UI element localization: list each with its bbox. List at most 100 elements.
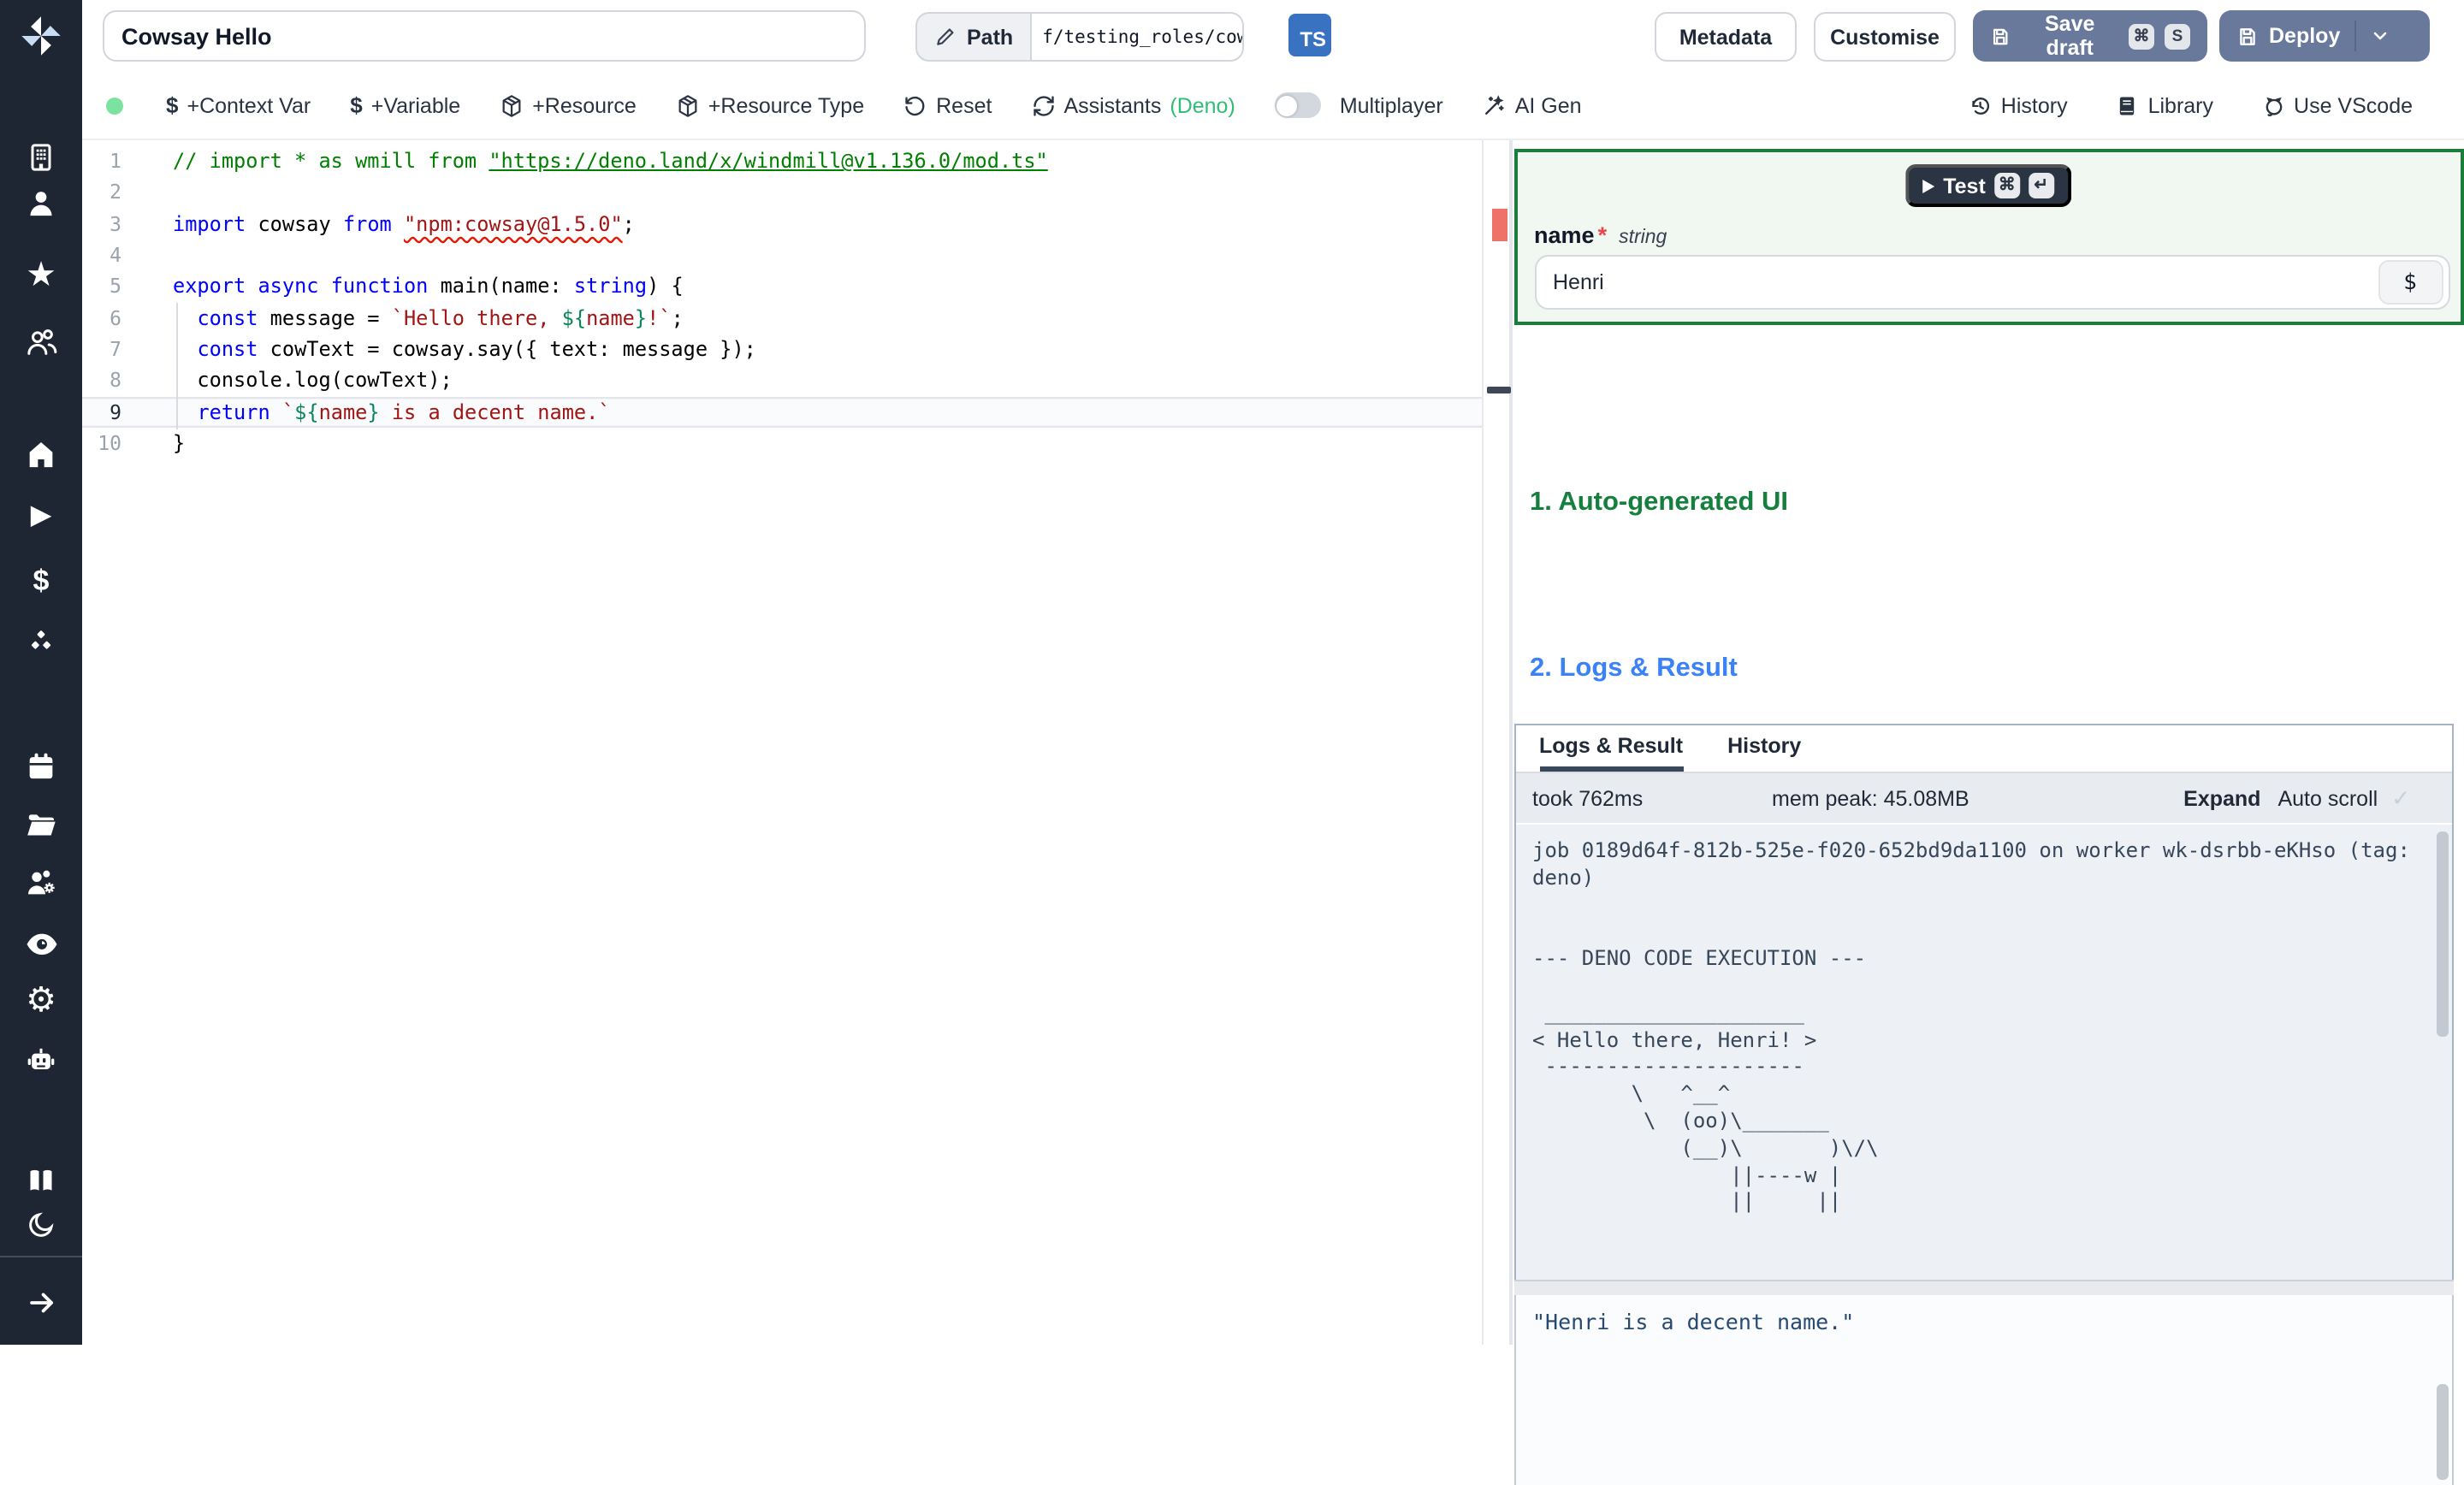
scrollbar-thumb[interactable] — [2436, 1384, 2448, 1480]
run-duration: took 762ms — [1532, 786, 1644, 810]
name-input[interactable] — [1536, 270, 2378, 294]
memory-peak: mem peak: 45.08MB — [1772, 786, 1969, 810]
path-value[interactable]: f/testing_roles/cowsa — [1030, 14, 1242, 60]
path-field[interactable]: Path f/testing_roles/cowsa — [915, 12, 1244, 62]
editor-toolbar-left: $ +Context Var $ +Variable +Resource +Re… — [82, 92, 1582, 118]
logs-result-divider[interactable] — [1513, 1280, 2453, 1295]
code-editor[interactable]: 1// import * as wmill from "https://deno… — [82, 140, 1484, 1345]
code-line[interactable]: 6 const message = `Hello there, ${name}!… — [82, 302, 1484, 334]
result-box[interactable]: "Henri is a decent name." — [1513, 1295, 2453, 1485]
script-title-input[interactable] — [103, 10, 866, 62]
required-asterisk: * — [1597, 222, 1608, 248]
code-line[interactable]: 2 — [82, 177, 1484, 209]
save-draft-label: Save draft — [2045, 12, 2095, 60]
docs-book-icon[interactable] — [0, 1155, 82, 1206]
resources-cubes-icon[interactable] — [0, 616, 82, 667]
editor-overview-ruler — [1482, 140, 1484, 1345]
code-line[interactable]: 3 import cowsay from "npm:cowsay@1.5.0"; — [82, 208, 1484, 240]
editor-toolbar: $ +Context Var $ +Variable +Resource +Re… — [82, 72, 2464, 140]
pencil-icon — [937, 28, 954, 45]
dollar-icon: $ — [166, 92, 179, 118]
cmd-key-badge: ⌘ — [2129, 23, 2154, 49]
groups-settings-icon[interactable] — [0, 857, 82, 908]
windmill-logo-icon[interactable] — [0, 10, 82, 62]
field-type: string — [1619, 228, 1667, 248]
user-icon[interactable] — [0, 178, 82, 229]
autoscroll-label[interactable]: Auto scroll — [2277, 786, 2378, 810]
chevron-down-icon[interactable] — [2369, 26, 2390, 46]
scrollbar-thumb[interactable] — [2436, 831, 2448, 1037]
save-icon — [1993, 27, 2008, 44]
code-line[interactable]: 5 export async function main(name: string… — [82, 271, 1484, 303]
insert-variable-button[interactable]: $ — [2378, 260, 2443, 305]
home-icon[interactable] — [0, 429, 82, 481]
workers-robot-icon[interactable] — [0, 1035, 82, 1086]
favorites-star-icon[interactable]: ★ — [0, 250, 82, 301]
windmill-script-editor: ★ ▶ $ ⚙ Cowsay Hello Path f/testing_role… — [0, 0, 2464, 1485]
path-label: Path — [917, 14, 1030, 60]
logs-result-box: Logs & Result History took 762ms mem pea… — [1513, 724, 2453, 1346]
logs-tabs: Logs & Result History — [1515, 725, 2451, 772]
run-panel: Test ⌘ ↵ name * string $ 1. Auto-generat… — [1513, 140, 2464, 1485]
schedules-calendar-icon[interactable] — [0, 741, 82, 792]
indent-guide — [176, 303, 178, 429]
multiplayer-toggle[interactable] — [1274, 92, 1321, 118]
code-line[interactable]: 9 return `${name} is a decent name.` — [82, 396, 1484, 429]
add-resource-type-button[interactable]: +Resource Type — [676, 93, 864, 117]
save-icon — [2240, 27, 2255, 44]
library-button[interactable]: Library — [2116, 93, 2213, 117]
logs-content[interactable]: job 0189d64f-812b-525e-f020-652bd9da1100… — [1515, 825, 2451, 1346]
book-icon — [2120, 96, 2135, 115]
reset-button[interactable]: Reset — [903, 93, 992, 117]
package-icon — [678, 94, 697, 116]
cmd-key-badge: ⌘ — [1993, 173, 2020, 198]
check-icon[interactable]: ✓ — [2391, 784, 2410, 812]
code-line[interactable]: 7 const cowText = cowsay.say({ text: mes… — [82, 334, 1484, 365]
customise-button[interactable]: Customise — [1814, 12, 1956, 62]
logs-result-heading: 2. Logs & Result — [1530, 654, 1738, 683]
collapse-arrow-right-icon[interactable] — [0, 1276, 82, 1328]
assistants-button[interactable]: Assistants (Deno) — [1031, 93, 1235, 117]
code-line[interactable]: 10} — [82, 428, 1484, 459]
tab-history[interactable]: History — [1727, 734, 1801, 772]
save-draft-button[interactable]: Save draft ⌘ S — [1973, 10, 2207, 62]
run-status-row: took 762ms mem peak: 45.08MB Expand Auto… — [1515, 772, 2451, 823]
workspace-building-icon[interactable] — [0, 132, 82, 183]
topbar: Path f/testing_roles/cowsa TS Metadata C… — [82, 0, 2464, 72]
play-icon — [1922, 179, 1935, 192]
folders-icon[interactable] — [0, 799, 82, 850]
field-label-row: name * string — [1534, 222, 1667, 248]
ai-gen-button[interactable]: AI Gen — [1483, 93, 1582, 117]
use-vscode-button[interactable]: Use VScode — [2261, 93, 2413, 117]
sidebar-divider — [0, 1256, 82, 1257]
github-icon — [2265, 96, 2282, 115]
code-line[interactable]: 1// import * as wmill from "https://deno… — [82, 145, 1484, 177]
add-variable-button[interactable]: $ +Variable — [350, 92, 460, 118]
sync-status-dot — [106, 97, 123, 114]
enter-key-badge: ↵ — [2028, 173, 2054, 198]
runs-play-icon[interactable]: ▶ — [0, 491, 82, 542]
history-button[interactable]: History — [1969, 93, 2068, 117]
settings-gear-icon[interactable]: ⚙ — [0, 975, 82, 1026]
name-input-wrap: $ — [1534, 255, 2449, 310]
audit-eye-icon[interactable] — [0, 917, 82, 968]
expand-button[interactable]: Expand — [2183, 786, 2260, 810]
wand-icon — [1485, 94, 1505, 114]
code-line[interactable]: 8 console.log(cowText); — [82, 365, 1484, 397]
metadata-button[interactable]: Metadata — [1655, 12, 1797, 62]
groups-icon[interactable] — [0, 317, 82, 368]
splitter-handle[interactable] — [1487, 387, 1511, 393]
deploy-label: Deploy — [2269, 24, 2341, 48]
result-text: "Henri is a decent name." — [1532, 1309, 1855, 1334]
variables-dollar-icon[interactable]: $ — [0, 554, 82, 606]
code-line[interactable]: 4 — [82, 240, 1484, 271]
deploy-button[interactable]: Deploy — [2219, 10, 2430, 62]
tab-logs-result[interactable]: Logs & Result — [1539, 734, 1684, 772]
add-context-var-button[interactable]: $ +Context Var — [166, 92, 311, 118]
test-button[interactable]: Test ⌘ ↵ — [1905, 164, 2071, 207]
field-name: name — [1534, 222, 1595, 248]
s-key-badge: S — [2165, 23, 2190, 49]
add-resource-button[interactable]: +Resource — [500, 93, 637, 117]
multiplayer-label: Multiplayer — [1339, 93, 1443, 117]
dark-mode-moon-icon[interactable] — [0, 1199, 82, 1251]
